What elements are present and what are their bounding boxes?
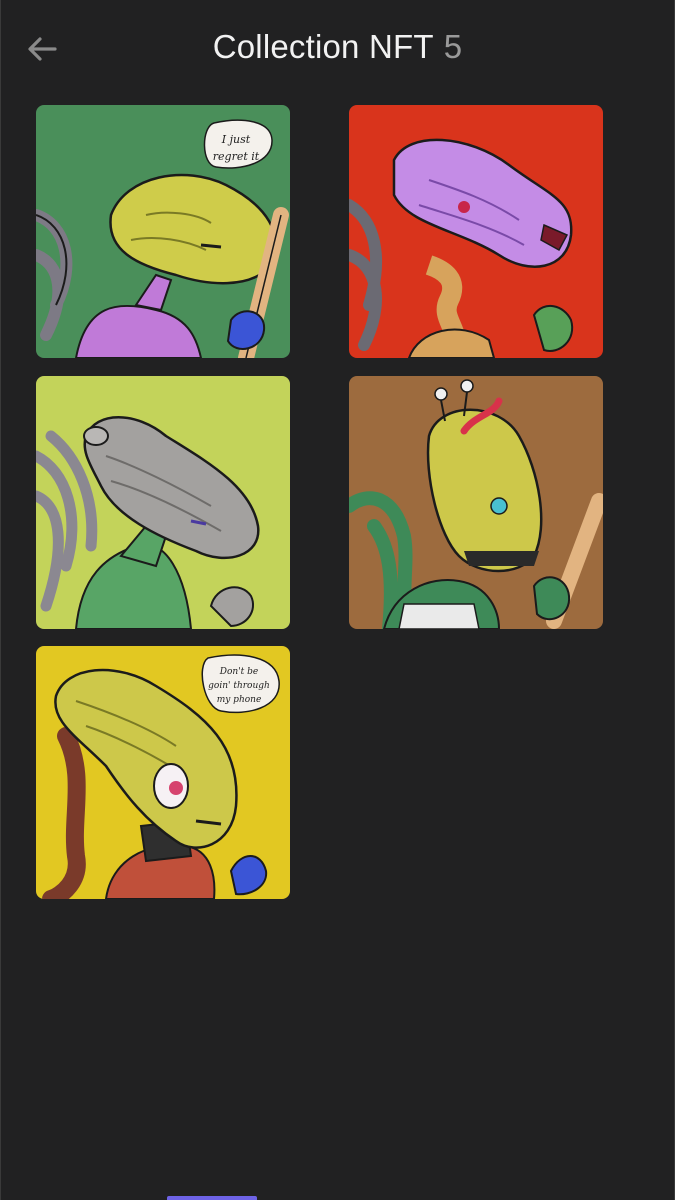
- nft-image-3: [36, 376, 290, 629]
- nft-image-4: [349, 376, 603, 629]
- header: Collection NFT 5: [1, 0, 674, 100]
- speech-line-5-1: Don't be: [219, 667, 258, 677]
- nft-card-5[interactable]: Don't be goin' through my phone: [36, 646, 290, 899]
- nft-image-1: I just regret it: [36, 105, 290, 358]
- page-title: Collection NFT 5: [1, 28, 674, 66]
- nft-card-1[interactable]: I just regret it: [36, 105, 290, 358]
- speech-line-1-1: I just: [221, 133, 251, 146]
- speech-line-5-2: goin' through: [208, 681, 270, 691]
- speech-line-5-3: my phone: [217, 695, 262, 705]
- home-indicator: [167, 1196, 257, 1200]
- nft-image-2: [349, 105, 603, 358]
- nft-card-2[interactable]: [349, 105, 603, 358]
- title-text: Collection NFT: [212, 28, 434, 65]
- collection-screen: Collection NFT 5 I just regret it Don't …: [0, 0, 675, 1200]
- nft-image-5: Don't be goin' through my phone: [36, 646, 290, 899]
- nft-card-4[interactable]: [349, 376, 603, 629]
- speech-line-1-2: regret it: [213, 150, 260, 163]
- nft-card-3[interactable]: [36, 376, 290, 629]
- item-count: 5: [443, 28, 463, 65]
